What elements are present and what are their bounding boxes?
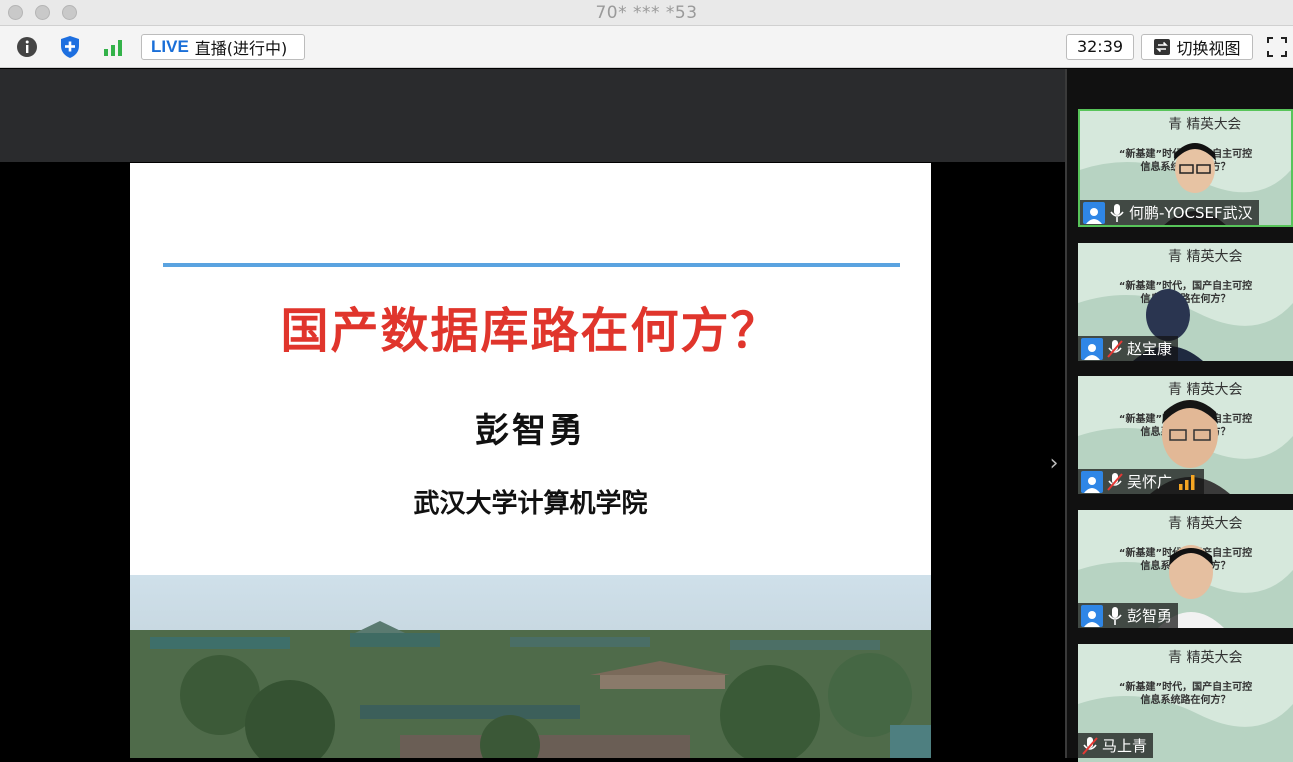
signal-bars-icon	[104, 40, 122, 56]
switch-view-label: 切换视图	[1176, 39, 1241, 58]
svg-text:青 精英大会: 青 精英大会	[1168, 649, 1242, 666]
participant-namebar: 赵宝康	[1078, 336, 1179, 361]
info-button[interactable]	[14, 34, 40, 60]
screen-top-band	[0, 69, 1065, 162]
shared-screen: 国产数据库路在何方？ 彭智勇 武汉大学计算机学院 ›	[0, 69, 1065, 758]
live-badge: LIVE	[151, 37, 189, 56]
microphone-muted-icon	[1078, 735, 1102, 757]
participant-name: 何鹏-YOCSEF武汉	[1129, 204, 1253, 222]
live-status-button[interactable]: LIVE 直播(进行中)	[141, 34, 305, 60]
shield-icon	[61, 36, 79, 58]
svg-text:青 精英大会: 青 精英大会	[1168, 248, 1242, 265]
switch-view-button[interactable]: 切换视图	[1141, 34, 1253, 60]
participant-name: 吴怀广	[1127, 473, 1173, 491]
slide-affiliation: 武汉大学计算机学院	[413, 489, 648, 519]
participant-name: 赵宝康	[1127, 340, 1173, 358]
participant-panel: 青 精英大会 “新基建”时代，国产自主可控 信息系统路在何方？ 何鹏-YOCSE…	[1065, 69, 1293, 762]
fullscreen-icon	[1267, 37, 1287, 57]
live-status-label: 直播(进行中)	[194, 39, 288, 58]
participant-name: 马上青	[1102, 737, 1148, 755]
participant-tile[interactable]: 青 精英大会 “新基建”时代，国产自主可控 信息系统路在何方？ 何鹏-YOCSE…	[1078, 109, 1293, 227]
participant-namebar: 何鹏-YOCSEF武汉	[1080, 200, 1259, 225]
fullscreen-button[interactable]	[1264, 34, 1290, 60]
banner-line-2: 信息系统路在何方？	[1140, 695, 1231, 706]
slide-title: 国产数据库路在何方？	[280, 303, 781, 359]
microphone-muted-icon	[1103, 471, 1127, 493]
svg-text:青 精英大会: 青 精英大会	[1168, 515, 1242, 532]
participant-tile[interactable]: 青 精英大会 “新基建”时代，国产自主可控 信息系统路在何方？ 彭智勇	[1078, 510, 1293, 628]
user-icon	[1081, 470, 1103, 493]
window-titlebar: 70* *** *53	[0, 0, 1293, 26]
campus-photo	[130, 575, 931, 758]
switch-view-icon	[1154, 39, 1171, 55]
security-button[interactable]	[57, 34, 83, 60]
meeting-timer: 32:39	[1066, 34, 1134, 60]
info-icon	[17, 37, 37, 57]
participant-tile[interactable]: 青 精英大会 “新基建”时代，国产自主可控 信息系统路在何方？ 吴怀广	[1078, 376, 1293, 494]
signal-bars-icon	[1179, 474, 1195, 490]
participant-name: 彭智勇	[1127, 607, 1173, 625]
window-title: 70* *** *53	[595, 3, 698, 23]
slide-divider	[163, 263, 900, 267]
chevron-right-icon[interactable]: ›	[1044, 451, 1064, 476]
slide-author: 彭智勇	[475, 411, 586, 451]
user-icon	[1083, 201, 1105, 224]
meeting-toolbar: LIVE 直播(进行中) 32:39 切换视图	[0, 26, 1293, 68]
user-icon	[1081, 604, 1103, 627]
network-signal-button[interactable]	[100, 34, 126, 60]
presentation-slide: 国产数据库路在何方？ 彭智勇 武汉大学计算机学院	[130, 163, 931, 758]
user-icon	[1081, 337, 1103, 360]
participant-namebar: 马上青	[1078, 733, 1154, 758]
microphone-muted-icon	[1103, 338, 1127, 360]
participant-namebar: 吴怀广	[1078, 469, 1205, 494]
participant-tile[interactable]: 青 精英大会 “新基建”时代，国产自主可控 信息系统路在何方？ 赵宝康	[1078, 243, 1293, 361]
microphone-icon	[1103, 605, 1127, 627]
participant-tile[interactable]: 青 精英大会 “新基建”时代，国产自主可控 信息系统路在何方？ 马上青	[1078, 644, 1293, 762]
participant-namebar: 彭智勇	[1078, 603, 1179, 628]
microphone-icon	[1105, 202, 1129, 224]
